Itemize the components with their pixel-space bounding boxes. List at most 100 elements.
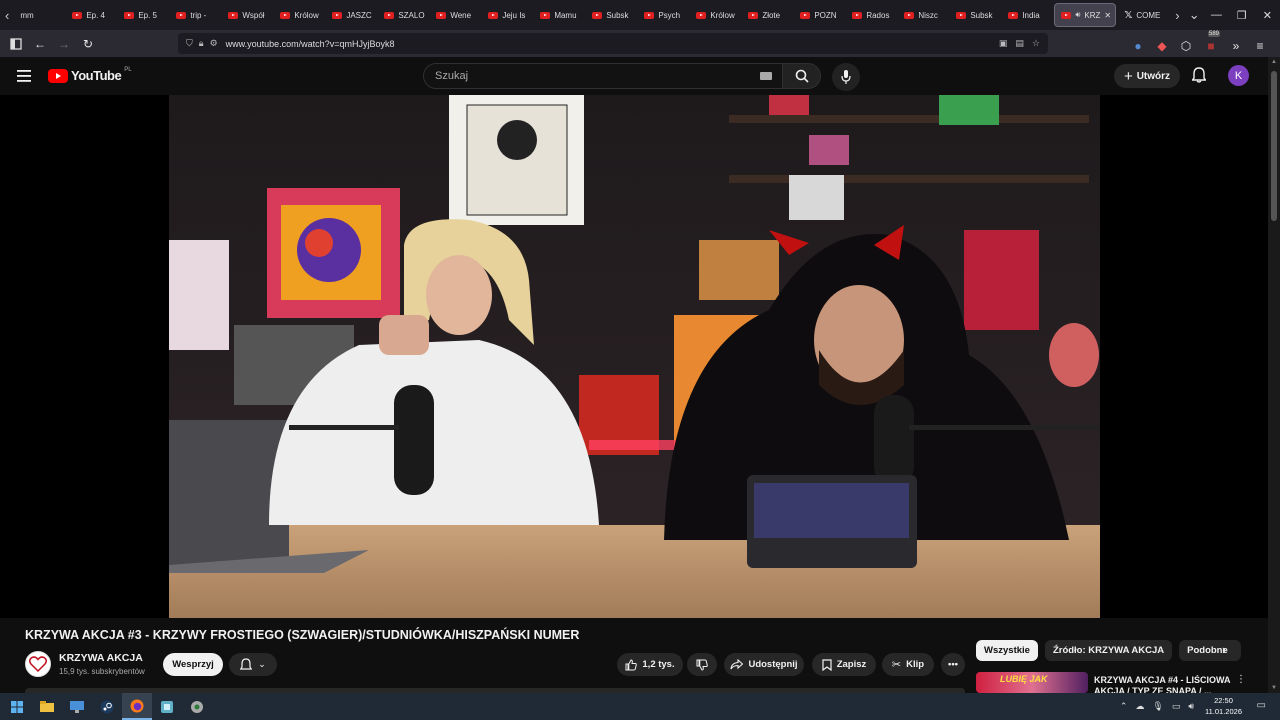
sidebar-toggle-icon[interactable] [4,32,28,56]
browser-tab[interactable]: Wene [430,3,480,27]
browser-tab[interactable]: Jeju Is [482,3,532,27]
search-button[interactable] [783,63,821,89]
tray-chevron-icon[interactable]: ⌃ [1120,701,1128,712]
more-actions-button[interactable]: ••• [941,653,965,676]
tab-scroll-left-icon[interactable]: ‹ [0,0,14,30]
tab-label: trip - [190,10,207,20]
youtube-logo[interactable]: YouTube PL [48,67,132,83]
reader-view-icon[interactable]: ▤ [1015,38,1024,49]
overflow-chevron-icon[interactable]: » [1228,34,1244,58]
like-button[interactable]: 1,2 tys. [617,653,683,676]
browser-tab[interactable]: India [1002,3,1052,27]
youtube-favicon-icon [488,11,499,19]
menu-icon[interactable]: ≡ [1252,34,1268,58]
vpn-extension-icon[interactable]: ● [1130,34,1146,58]
back-icon[interactable]: ← [28,32,52,56]
create-button[interactable]: + Utwórz [1114,64,1180,88]
dislike-button[interactable] [687,653,717,676]
browser-tab[interactable]: Subsk [950,3,1000,27]
tool-app-icon[interactable] [182,693,212,720]
voice-search-button[interactable] [832,63,860,91]
scroll-up-icon[interactable]: ▲ [1271,59,1277,65]
browser-tab[interactable]: JASZC [326,3,376,27]
fox-extension-icon[interactable]: ◆ [1154,34,1170,58]
chips-next-icon[interactable]: › [1222,642,1226,657]
system-clock[interactable]: 22:50 11.01.2026 [1205,695,1242,717]
browser-tab[interactable]: Rados [846,3,896,27]
forward-icon[interactable]: → [52,32,76,56]
close-window-button[interactable]: ✕ [1255,0,1280,30]
keyboard-icon[interactable] [760,72,772,80]
chip-all[interactable]: Wszystkie [976,640,1038,661]
scroll-down-icon[interactable]: ▼ [1271,685,1277,691]
save-button[interactable]: Zapisz [812,653,876,676]
browser-tab[interactable]: Królow [274,3,324,27]
bookmark-star-icon[interactable]: ☆ [1032,38,1040,49]
browser-tab[interactable]: POZN [794,3,844,27]
support-button[interactable]: Wesprzyj [163,653,223,676]
x-favicon-icon: 𝕏 [1124,9,1133,21]
save-label: Zapisz [836,659,867,670]
share-label: Udostępnij [748,659,798,670]
audio-playing-icon[interactable]: 🔊︎ [1075,10,1080,20]
video-frame[interactable] [169,95,1100,618]
browser-tab[interactable]: Niszc [898,3,948,27]
browser-tab[interactable]: Psych [638,3,688,27]
page-scrollbar[interactable]: ▲ ▼ [1268,57,1280,693]
clip-button[interactable]: ✂ Klip [882,653,934,676]
notification-center-icon[interactable]: ▭ [1257,700,1266,711]
browser-tab[interactable]: Współ [222,3,272,27]
close-tab-icon[interactable]: ✕ [1104,11,1111,20]
video-player[interactable] [0,95,1268,618]
recommended-video-title[interactable]: KRZYWA AKCJA #4 - LIŚCIOWA AKCJA / TYP Z… [1094,675,1234,693]
browser-tab[interactable]: 𝕏 COME [1118,3,1168,27]
tab-label: KRZ [1084,10,1101,20]
channel-name[interactable]: KRZYWA AKCJA [59,652,143,664]
scissors-icon: ✂ [891,659,902,671]
reload-icon[interactable]: ↻ [76,32,100,56]
browser-tab[interactable]: Ep. 5 [118,3,168,27]
url-bar[interactable]: ⛉ 🔒︎ ⚙ www.youtube.com/watch?v=qmHJyjBoy… [178,33,1048,54]
notifications-bell-icon[interactable] [1191,67,1207,88]
tab-scroll-right-icon[interactable]: › [1170,0,1184,30]
browser-tab[interactable]: Królow [690,3,740,27]
recommended-more-icon[interactable]: ⋮ [1236,674,1246,685]
firefox-icon[interactable] [122,693,152,720]
browser-tab-active[interactable]: 🔊︎ KRZ ✕ [1054,3,1117,27]
extensions-icon[interactable]: ⬡ [1178,34,1194,58]
account-avatar[interactable]: K [1228,65,1249,86]
tray-app-icon[interactable]: ☁ [1135,701,1144,712]
guide-menu-icon[interactable] [17,69,31,87]
browser-tab[interactable]: Subsk [586,3,636,27]
windows-start-icon[interactable] [2,693,32,720]
share-button[interactable]: Udostępnij [724,653,804,676]
minimize-button[interactable]: — [1204,0,1229,30]
search-input[interactable]: Szukaj [423,63,783,89]
channel-avatar[interactable] [25,651,51,677]
app-icon[interactable] [152,693,182,720]
file-explorer-icon[interactable] [32,693,62,720]
plus-icon: + [1123,67,1133,85]
browser-tab[interactable]: trip - [170,3,220,27]
steam-icon[interactable] [92,693,122,720]
recommended-thumbnail[interactable]: LUBIĘ JAK [976,672,1088,693]
tab-list-dropdown-icon[interactable]: ⌄ [1185,0,1204,30]
browser-tab[interactable]: Złote [742,3,792,27]
browser-tab[interactable]: Mamu [534,3,584,27]
volume-icon[interactable]: 🔊︎ [1188,701,1194,712]
youtube-favicon-icon [1008,11,1019,19]
picture-in-picture-icon[interactable]: ▣ [999,38,1008,49]
maximize-button[interactable]: ❐ [1229,0,1254,30]
scrollbar-thumb[interactable] [1271,71,1277,221]
chip-from-channel[interactable]: Źródło: KRZYWA AKCJA [1044,640,1173,661]
browser-tab[interactable]: SZALO [378,3,428,27]
browser-tab[interactable]: mm [14,3,64,27]
subscription-notifications-button[interactable]: ⌄ [229,653,277,676]
chip-related[interactable]: Podobne [1179,640,1242,661]
tray-mic-icon[interactable]: 🎙︎ [1152,701,1163,712]
browser-tab[interactable]: Ep. 4 [66,3,116,27]
computer-icon[interactable] [62,693,92,720]
network-icon[interactable]: ▭ [1172,701,1181,712]
ublock-extension-icon[interactable]: ■ 589 [1202,31,1221,58]
video-title: KRZYWA AKCJA #3 - KRZYWY FROSTIEGO (SZWA… [25,628,580,642]
